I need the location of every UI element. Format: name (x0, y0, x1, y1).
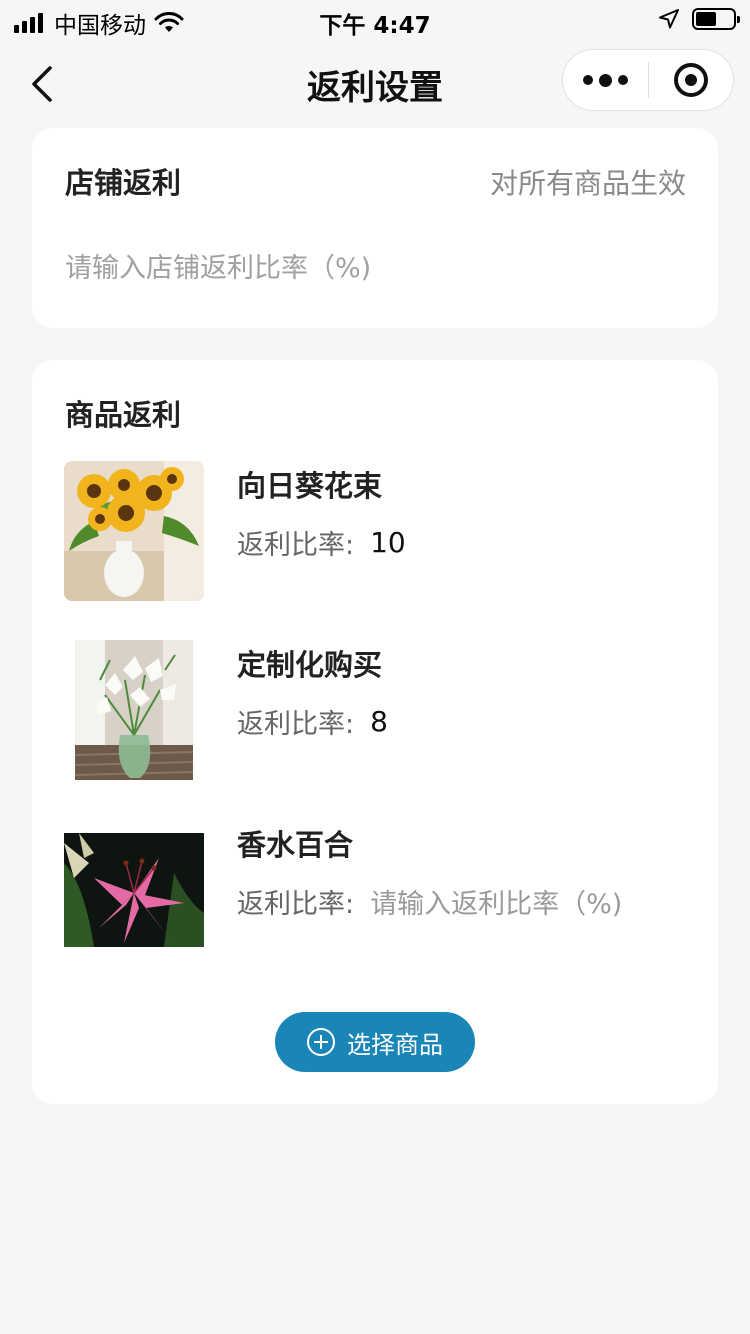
status-time: 下午 4:47 (319, 13, 431, 39)
shop-rebate-title: 店铺返利 (65, 166, 182, 200)
close-mini-program-button[interactable] (649, 49, 733, 111)
goods-item[interactable]: 香水百合 返利比率: 请输入返利比率（%) (64, 820, 686, 960)
shop-rebate-rate-input[interactable] (65, 246, 665, 290)
goods-rebate-card: 商品返利 向日葵花束 返利比率: 10 定制化购买 返利比率: 8 香水百合 返… (32, 360, 718, 1104)
shop-rebate-note: 对所有商品生效 (489, 167, 686, 200)
goods-rate-row: 返利比率: 请输入返利比率（%) (237, 882, 622, 921)
status-right (658, 8, 740, 30)
battery-icon (692, 8, 740, 30)
rate-label: 返利比率: (237, 530, 355, 561)
select-goods-button[interactable]: 选择商品 (275, 1012, 475, 1072)
rate-input-placeholder[interactable]: 请输入返利比率（%) (370, 882, 622, 921)
goods-rebate-title: 商品返利 (65, 398, 182, 432)
sunflower-bouquet-image (64, 461, 204, 601)
select-goods-label: 选择商品 (347, 1030, 443, 1059)
target-icon (673, 63, 708, 97)
plus-circle-icon (307, 1028, 335, 1056)
goods-name: 定制化购买 (237, 648, 383, 682)
battery-fill (696, 12, 716, 26)
rate-label: 返利比率: (237, 889, 355, 920)
rate-label: 返利比率: (237, 709, 355, 740)
goods-name: 香水百合 (237, 828, 354, 862)
mini-program-capsule (562, 49, 734, 111)
white-lily-vase-image (75, 640, 193, 780)
goods-rate-row: 返利比率: 8 (237, 702, 388, 741)
pink-lily-image (64, 833, 204, 947)
goods-item[interactable]: 定制化购买 返利比率: 8 (64, 640, 686, 780)
rate-value[interactable]: 10 (370, 526, 406, 559)
goods-item[interactable]: 向日葵花束 返利比率: 10 (64, 461, 686, 601)
status-bar: 中国移动 下午 4:47 (0, 0, 750, 40)
navigation-bar: 返利设置 (0, 44, 750, 120)
rate-value[interactable]: 8 (370, 705, 388, 738)
shop-rebate-card: 店铺返利 对所有商品生效 (32, 128, 718, 328)
goods-name: 向日葵花束 (237, 469, 383, 503)
more-menu-button[interactable] (563, 49, 648, 111)
location-arrow-icon (659, 9, 679, 29)
goods-rate-row: 返利比率: 10 (237, 523, 406, 562)
